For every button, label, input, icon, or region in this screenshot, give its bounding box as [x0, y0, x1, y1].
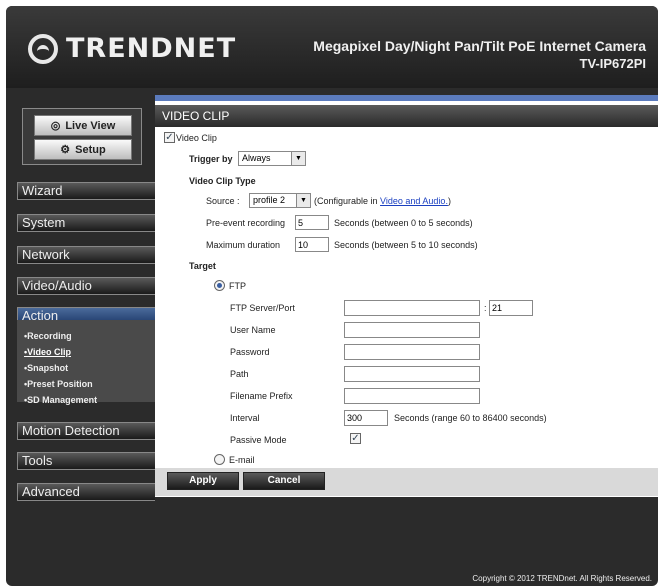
user-name-input[interactable]	[344, 322, 480, 338]
product-model: TV-IP672PI	[579, 56, 646, 71]
video-clip-checkbox[interactable]: ✓	[164, 132, 175, 143]
configurable-note: (Configurable in Video and Audio.)	[314, 196, 451, 206]
menu-tools[interactable]: Tools	[17, 452, 155, 470]
source-value: profile 2	[253, 195, 286, 205]
configurable-prefix: (Configurable in	[314, 196, 381, 206]
app-frame: TRENDNET Megapixel Day/Night Pan/Tilt Po…	[6, 6, 658, 586]
live-view-button[interactable]: ◎ Live View	[34, 115, 132, 136]
setup-label: Setup	[75, 143, 106, 156]
action-bar: Apply Cancel	[155, 468, 658, 496]
menu-video-audio[interactable]: Video/Audio	[17, 277, 155, 295]
menu-system[interactable]: System	[17, 214, 155, 232]
accent-bar	[155, 95, 658, 101]
trigger-by-select[interactable]: Always ▼	[238, 151, 306, 166]
submenu-preset-position[interactable]: •Preset Position	[24, 379, 93, 389]
brand-logo-text: TRENDNET	[66, 33, 237, 64]
pre-event-hint: Seconds (between 0 to 5 seconds)	[334, 218, 473, 228]
submenu-video-clip[interactable]: •Video Clip	[24, 347, 71, 357]
gear-icon: ⚙	[60, 144, 71, 156]
ftp-radio[interactable]	[214, 280, 225, 291]
setup-button[interactable]: ⚙ Setup	[34, 139, 132, 160]
filename-prefix-input[interactable]	[344, 388, 480, 404]
video-audio-link[interactable]: Video and Audio.	[380, 196, 448, 206]
email-radio[interactable]	[214, 454, 225, 465]
password-input[interactable]	[344, 344, 480, 360]
port-separator: :	[484, 303, 487, 313]
target-label: Target	[189, 261, 216, 271]
interval-input[interactable]	[344, 410, 388, 426]
path-label: Path	[230, 369, 249, 379]
menu-advanced[interactable]: Advanced	[17, 483, 155, 501]
trendnet-logo-icon	[28, 34, 58, 64]
copyright-text: Copyright © 2012 TRENDnet. All Rights Re…	[472, 574, 652, 583]
ftp-label: FTP	[229, 281, 246, 291]
chevron-down-icon: ▼	[291, 152, 305, 165]
trigger-by-value: Always	[242, 153, 271, 163]
filename-prefix-label: Filename Prefix	[230, 391, 293, 401]
interval-hint: Seconds (range 60 to 86400 seconds)	[394, 413, 547, 423]
ftp-server-label: FTP Server/Port	[230, 303, 295, 313]
interval-label: Interval	[230, 413, 260, 423]
trigger-by-label: Trigger by	[189, 154, 233, 164]
password-label: Password	[230, 347, 270, 357]
live-view-label: Live View	[65, 119, 116, 132]
max-duration-hint: Seconds (between 5 to 10 seconds)	[334, 240, 478, 250]
header-bar: TRENDNET Megapixel Day/Night Pan/Tilt Po…	[6, 6, 658, 88]
menu-wizard[interactable]: Wizard	[17, 182, 155, 200]
passive-mode-checkbox[interactable]: ✓	[350, 433, 361, 444]
max-duration-input[interactable]	[295, 237, 329, 252]
product-title: Megapixel Day/Night Pan/Tilt PoE Interne…	[313, 38, 646, 54]
apply-button[interactable]: Apply	[167, 472, 239, 490]
passive-mode-label: Passive Mode	[230, 435, 287, 445]
submenu-snapshot[interactable]: •Snapshot	[24, 363, 68, 373]
submenu-sd-management[interactable]: •SD Management	[24, 395, 97, 405]
menu-motion-detection[interactable]: Motion Detection	[17, 422, 155, 440]
source-select[interactable]: profile 2 ▼	[249, 193, 311, 208]
video-clip-label: Video Clip	[176, 133, 217, 143]
source-label: Source :	[206, 196, 240, 206]
configurable-suffix: )	[447, 196, 451, 206]
path-input[interactable]	[344, 366, 480, 382]
ftp-server-input[interactable]	[344, 300, 480, 316]
section-title: VIDEO CLIP	[155, 105, 658, 127]
max-duration-label: Maximum duration	[206, 240, 281, 250]
sidebar: ◎ Live View ⚙ Setup Wizard System Networ…	[6, 88, 156, 568]
eye-icon: ◎	[50, 120, 61, 132]
action-submenu: •Recording •Video Clip •Snapshot •Preset…	[17, 320, 155, 405]
email-label: E-mail	[229, 455, 255, 465]
submenu-recording[interactable]: •Recording	[24, 331, 72, 341]
pre-event-label: Pre-event recording	[206, 218, 286, 228]
chevron-down-icon: ▼	[296, 194, 310, 207]
ftp-port-input[interactable]	[489, 300, 533, 316]
content-panel: VIDEO CLIP ✓ Video Clip Trigger by Alway…	[155, 95, 658, 497]
cancel-button[interactable]: Cancel	[243, 472, 325, 490]
view-setup-panel: ◎ Live View ⚙ Setup	[22, 108, 142, 165]
pre-event-input[interactable]	[295, 215, 329, 230]
clip-type-label: Video Clip Type	[189, 176, 256, 186]
user-name-label: User Name	[230, 325, 276, 335]
menu-network[interactable]: Network	[17, 246, 155, 264]
